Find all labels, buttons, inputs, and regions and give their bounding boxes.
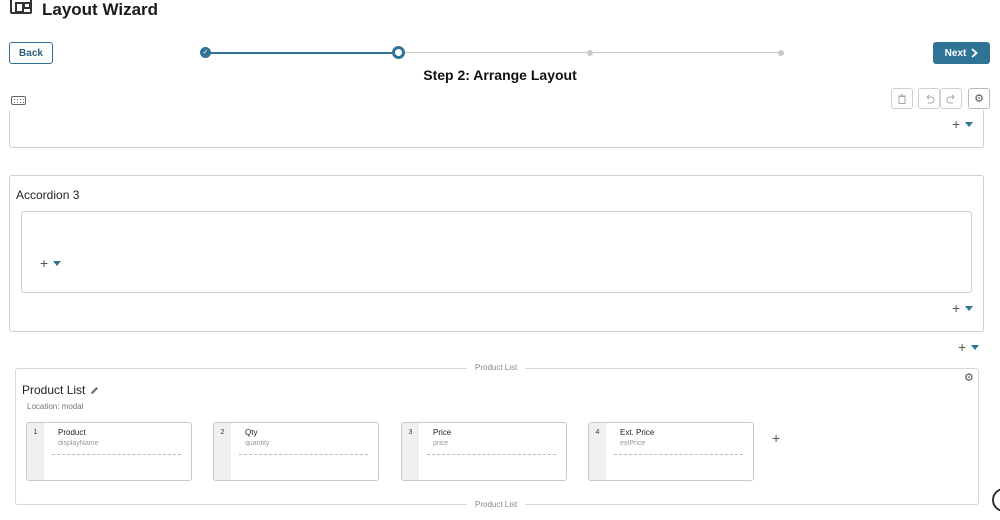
column-key: quantity <box>245 440 270 447</box>
gear-icon[interactable]: ⚙ <box>964 371 974 384</box>
column-index: 1 <box>27 423 44 480</box>
column-name: Ext. Price <box>620 428 655 437</box>
product-list-divider-label: Product List <box>467 500 526 509</box>
column-card[interactable]: 3 Price price <box>401 422 567 481</box>
step-connector-complete <box>206 52 392 54</box>
step-connector-pending <box>593 52 779 53</box>
step-2-current-indicator[interactable] <box>392 46 405 59</box>
page-title: Layout Wizard <box>42 0 159 19</box>
column-index: 3 <box>402 423 419 480</box>
step-1-complete-icon[interactable]: ✓ <box>200 47 211 58</box>
column-index: 2 <box>214 423 231 480</box>
product-list-divider-label: Product List <box>467 363 526 372</box>
redo-icon <box>946 94 955 103</box>
column-drop-line <box>239 454 368 455</box>
column-index: 4 <box>589 423 606 480</box>
caret-down-icon <box>965 121 974 127</box>
product-list-title[interactable]: Product List <box>22 383 99 397</box>
column-card[interactable]: 4 Ext. Price extPrice <box>588 422 754 481</box>
column-drop-line <box>52 454 181 455</box>
caret-down-icon <box>965 305 974 311</box>
plus-icon: + <box>958 339 967 355</box>
column-card[interactable]: 2 Qty quantity <box>213 422 379 481</box>
product-list-title-text: Product List <box>22 383 86 397</box>
add-column-button[interactable]: + <box>772 430 780 446</box>
column-drop-line <box>614 454 743 455</box>
layout-icon <box>10 0 32 14</box>
caret-down-icon <box>971 344 980 350</box>
column-key: extPrice <box>620 440 646 447</box>
step-connector-pending <box>405 52 587 53</box>
add-element-control[interactable]: + <box>40 255 62 271</box>
add-element-control[interactable]: + <box>952 300 974 316</box>
caret-down-icon <box>53 260 62 266</box>
step-4-indicator[interactable] <box>778 50 784 56</box>
layout-section <box>9 110 984 148</box>
undo-button[interactable] <box>918 88 940 109</box>
step-title: Step 2: Arrange Layout <box>423 67 577 83</box>
product-list-location: Location: modal <box>27 402 84 411</box>
help-button[interactable] <box>992 488 1000 512</box>
step-3-indicator[interactable] <box>587 50 593 56</box>
keyboard-icon[interactable] <box>11 96 26 105</box>
plus-icon: + <box>952 300 961 316</box>
column-name: Price <box>433 428 452 437</box>
delete-button[interactable] <box>891 88 913 109</box>
accordion-title[interactable]: Accordion 3 <box>16 188 79 202</box>
column-key: displayName <box>58 440 99 447</box>
trash-icon <box>898 93 906 104</box>
column-card[interactable]: 1 Product displayName <box>26 422 192 481</box>
redo-button[interactable] <box>940 88 962 109</box>
gear-icon: ⚙ <box>974 93 984 105</box>
plus-icon: + <box>952 116 961 132</box>
plus-icon: + <box>40 255 49 271</box>
pencil-icon[interactable] <box>90 386 99 395</box>
add-element-control[interactable]: + <box>952 116 974 132</box>
back-button[interactable]: Back <box>9 42 53 64</box>
settings-button[interactable]: ⚙ <box>968 88 990 109</box>
column-name: Qty <box>245 428 258 437</box>
undo-icon <box>925 94 934 103</box>
column-name: Product <box>58 428 86 437</box>
column-drop-line <box>427 454 556 455</box>
column-key: price <box>433 440 449 447</box>
next-button-label: Next <box>944 47 967 59</box>
chevron-right-icon <box>971 48 979 58</box>
next-button[interactable]: Next <box>933 42 990 64</box>
accordion-content-area <box>21 211 972 293</box>
add-element-control[interactable]: + <box>958 339 980 355</box>
